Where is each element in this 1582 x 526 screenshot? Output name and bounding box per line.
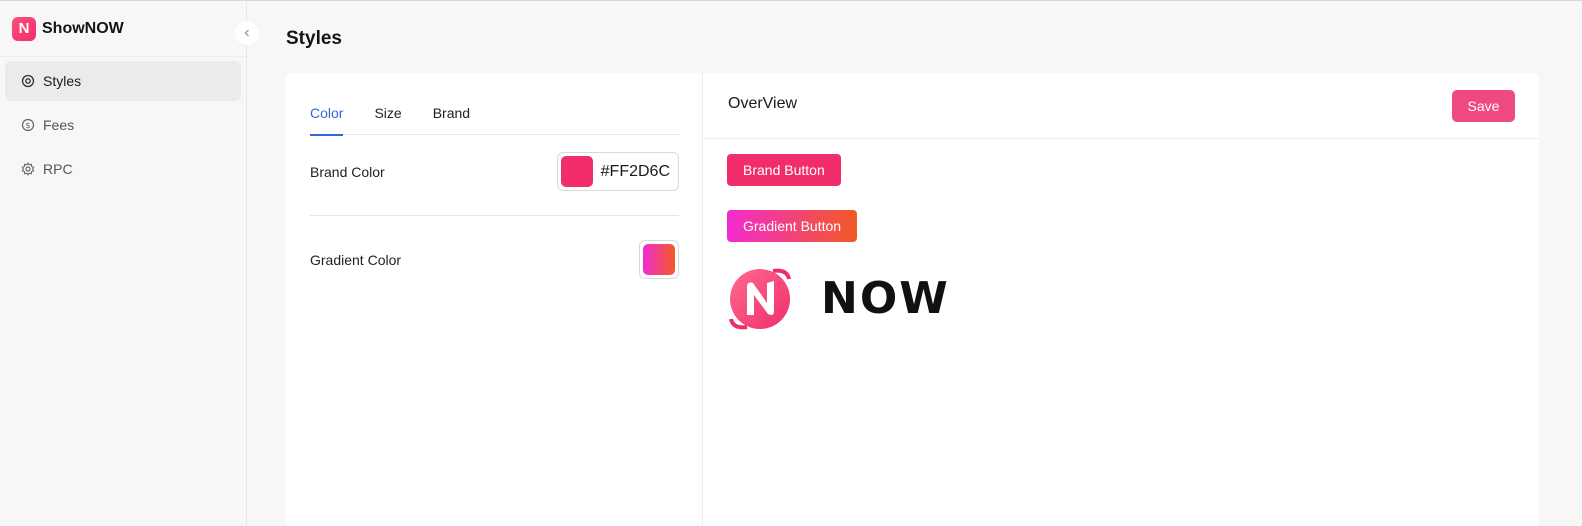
divider	[310, 215, 679, 216]
gradient-color-picker[interactable]	[639, 240, 679, 279]
gradient-color-swatch	[643, 244, 675, 275]
tab-color[interactable]: Color	[310, 93, 344, 136]
sidebar-item-label: Fees	[43, 117, 75, 133]
tab-brand[interactable]: Brand	[433, 93, 470, 135]
sidebar-nav: Styles $ Fees RPC	[0, 57, 246, 197]
gradient-color-label: Gradient Color	[310, 251, 402, 268]
brand-color-label: Brand Color	[310, 163, 385, 180]
brand-logo-icon	[729, 268, 791, 330]
sidebar-item-label: RPC	[43, 161, 73, 177]
sidebar-item-label: Styles	[43, 73, 82, 89]
gear-icon	[21, 162, 35, 176]
gradient-color-row: Gradient Color	[310, 240, 679, 279]
brand-color-picker[interactable]: #FF2D6C	[556, 152, 679, 191]
settings-tabs: Color Size Brand	[310, 93, 679, 136]
sidebar: N ShowNOW Styles $ Fees RPC	[0, 1, 247, 526]
svg-text:$: $	[25, 121, 30, 130]
sidebar-item-styles[interactable]: Styles	[5, 61, 241, 101]
sidebar-item-fees[interactable]: $ Fees	[5, 105, 241, 145]
app-logo-icon: N	[12, 16, 36, 41]
brand-button-preview[interactable]: Brand Button	[727, 154, 841, 186]
brand-color-hex: #FF2D6C	[600, 162, 670, 180]
sidebar-item-rpc[interactable]: RPC	[5, 149, 241, 189]
app-header: N ShowNOW	[0, 1, 246, 57]
app-name: ShowNOW	[42, 19, 124, 37]
brand-wordmark: NOW	[821, 272, 950, 324]
brand-logo-preview: NOW	[727, 265, 950, 331]
dollar-circle-icon: $	[21, 118, 35, 132]
brand-color-swatch	[560, 156, 593, 187]
overview-pane: OverView Save Brand Button Gradient Butt…	[704, 73, 1539, 526]
tab-size[interactable]: Size	[374, 93, 401, 135]
settings-pane: Color Size Brand Brand Color #FF2D6C Gra…	[286, 73, 703, 526]
main-content: Styles Color Size Brand Brand Color #FF2…	[248, 1, 1582, 526]
gradient-button-preview[interactable]: Gradient Button	[727, 210, 858, 242]
overview-title: OverView	[728, 95, 798, 112]
page-title: Styles	[286, 28, 342, 49]
styles-card: Color Size Brand Brand Color #FF2D6C Gra…	[286, 73, 1539, 526]
overview-header: OverView Save	[704, 73, 1539, 139]
palette-icon	[21, 74, 35, 88]
brand-color-row: Brand Color #FF2D6C	[310, 152, 679, 191]
save-button[interactable]: Save	[1452, 90, 1515, 122]
